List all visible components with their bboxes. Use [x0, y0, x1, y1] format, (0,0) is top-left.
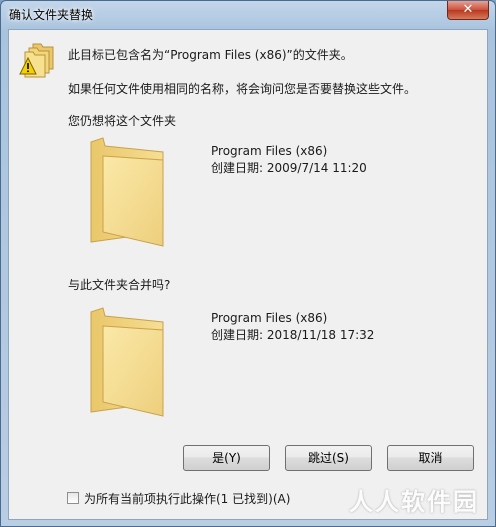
source-folder-icon[interactable]	[89, 136, 169, 248]
skip-button[interactable]: 跳过(S)	[285, 445, 372, 471]
destination-folder-created: 创建日期: 2018/11/18 17:32	[211, 328, 375, 342]
window-title: 确认文件夹替换	[9, 8, 94, 22]
dialog-body: 此目标已包含名为“Program Files (x86)”的文件夹。 如果任何文…	[8, 29, 488, 520]
destination-folder-icon[interactable]	[89, 306, 169, 418]
message-line-1: 此目标已包含名为“Program Files (x86)”的文件夹。	[68, 48, 353, 62]
destination-folder-info: Program Files (x86) 创建日期: 2018/11/18 17:…	[211, 310, 374, 344]
warning-folders-icon	[19, 43, 54, 78]
yes-button[interactable]: 是(Y)	[183, 445, 270, 471]
destination-folder-name: Program Files (x86)	[211, 311, 328, 325]
apply-all-label[interactable]: 为所有当前项执行此操作(1 已找到)(A)	[84, 490, 290, 507]
source-folder-name: Program Files (x86)	[211, 144, 328, 158]
confirm-folder-replace-dialog: 确认文件夹替换 ✕ 此目标已包含名为“Program Files (x86)”的…	[0, 0, 496, 527]
message-line-3: 您仍想将这个文件夹	[68, 114, 177, 128]
apply-all-checkbox[interactable]	[67, 492, 79, 504]
close-button[interactable]: ✕	[447, 1, 489, 20]
source-folder-info: Program Files (x86) 创建日期: 2009/7/14 11:2…	[211, 143, 367, 177]
message-line-2: 如果任何文件使用相同的名称，将会询问您是否要替换这些文件。	[68, 82, 417, 96]
merge-question: 与此文件夹合并吗?	[68, 278, 171, 292]
cancel-button[interactable]: 取消	[387, 445, 474, 471]
source-folder-created: 创建日期: 2009/7/14 11:20	[211, 161, 367, 175]
watermark: 人人软件园	[349, 488, 479, 516]
title-bar[interactable]: 确认文件夹替换 ✕	[1, 1, 495, 29]
